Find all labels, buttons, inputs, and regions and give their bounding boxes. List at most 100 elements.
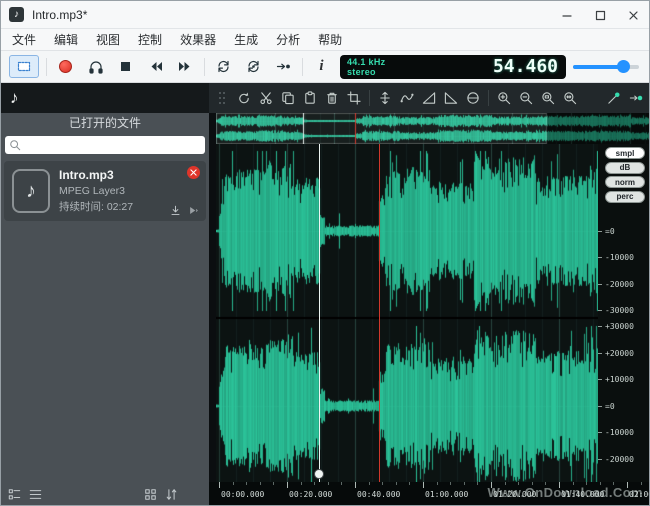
scale-mode-button[interactable]: dB: [605, 162, 645, 174]
close-button[interactable]: [616, 1, 649, 28]
fade-out-icon[interactable]: [444, 91, 458, 105]
scale-mode-switcher: smpl dB norm perc: [605, 147, 645, 205]
loop-icon: [216, 59, 231, 74]
envelope-icon[interactable]: [400, 91, 414, 105]
fade-in-icon[interactable]: [422, 91, 436, 105]
playhead-line[interactable]: [319, 144, 320, 482]
marker-goto-icon[interactable]: [629, 91, 643, 105]
marker-tool-icon[interactable]: [607, 91, 621, 105]
file-list-item[interactable]: ♪ Intro.mp3 MPEG Layer3 持续时间: 02:27: [4, 161, 206, 221]
sidebar-header: 已打开的文件: [1, 113, 209, 133]
minimize-button[interactable]: [550, 1, 583, 28]
drag-handle-icon[interactable]: [215, 91, 229, 105]
scale-tick: [598, 406, 602, 407]
sample-rate-label: 44.1 kHz: [347, 57, 385, 67]
loop-selection-button[interactable]: [242, 55, 265, 79]
grid-view-icon[interactable]: [144, 488, 157, 501]
timeline-tick: [396, 482, 397, 485]
waveform-main[interactable]: [216, 144, 598, 482]
paste-icon[interactable]: [303, 91, 317, 105]
window-controls: [550, 1, 649, 28]
menu-item[interactable]: 编辑: [45, 28, 87, 51]
menu-item[interactable]: 视图: [87, 28, 129, 51]
detail-view-icon[interactable]: [8, 488, 21, 501]
stop-button[interactable]: [114, 55, 137, 79]
menu-item[interactable]: 帮助: [309, 28, 351, 51]
file-info: Intro.mp3 MPEG Layer3 持续时间: 02:27: [59, 168, 133, 214]
headphones-icon: [88, 59, 104, 75]
list-view-icon[interactable]: [29, 488, 42, 501]
volume-slider[interactable]: [573, 60, 639, 73]
waveform-overview[interactable]: [216, 113, 650, 144]
timeline-tick: [273, 482, 274, 485]
scale-tick-label: -20000: [605, 455, 634, 464]
info-button[interactable]: i: [310, 55, 333, 79]
zoom-out-icon[interactable]: [519, 91, 533, 105]
scale-tick: [598, 284, 602, 285]
scale-tick: [598, 231, 602, 232]
play-to-cursor-button[interactable]: [272, 55, 295, 79]
skip-forward-icon: [178, 59, 194, 74]
menu-item[interactable]: 控制: [129, 28, 171, 51]
preview-play-icon[interactable]: [187, 205, 198, 216]
file-actions: [170, 205, 198, 216]
undo-icon[interactable]: [237, 91, 251, 105]
monitor-button[interactable]: [84, 55, 107, 79]
volume-knob[interactable]: [617, 60, 630, 73]
playhead-handle[interactable]: [314, 469, 324, 479]
skip-forward-button[interactable]: [174, 55, 197, 79]
trim-icon[interactable]: [347, 91, 361, 105]
timeline-tick: [233, 482, 234, 485]
search-box[interactable]: [5, 136, 205, 154]
timeline-tick: [314, 482, 315, 485]
scale-tick: [598, 432, 602, 433]
selection-tool-button[interactable]: [9, 55, 39, 78]
menu-bar: 文件编辑视图控制效果器生成分析帮助: [1, 29, 649, 51]
menu-item[interactable]: 效果器: [171, 28, 225, 51]
timeline-tick: [341, 482, 342, 485]
menu-item[interactable]: 分析: [267, 28, 309, 51]
copy-icon[interactable]: [281, 91, 295, 105]
file-name: Intro.mp3: [59, 168, 133, 182]
zoom-fit-icon[interactable]: [563, 91, 577, 105]
record-icon: [59, 60, 72, 73]
transport-toolbar: i 44.1 kHz stereo 54.460: [1, 51, 649, 83]
scale-tick-label: -20000: [605, 280, 634, 289]
info-icon: i: [319, 58, 323, 75]
toolbar-separator: [488, 90, 489, 106]
file-duration: 持续时间: 02:27: [59, 199, 133, 214]
sort-icon[interactable]: [165, 488, 178, 501]
zoom-in-icon[interactable]: [497, 91, 511, 105]
skip-back-button[interactable]: [144, 55, 167, 79]
scale-tick: [598, 257, 602, 258]
close-file-button[interactable]: [187, 166, 200, 179]
normalize-icon[interactable]: [466, 91, 480, 105]
amplify-icon[interactable]: [378, 91, 392, 105]
sidebar-top-strip: ♪: [1, 83, 209, 113]
maximize-button[interactable]: [583, 1, 616, 28]
loop-button[interactable]: [212, 55, 235, 79]
cut-icon[interactable]: [259, 91, 273, 105]
app-window: ♪ Intro.mp3* 文件编辑视图控制效果器生成分析帮助: [0, 0, 650, 506]
timeline-tick: [409, 482, 410, 485]
zoom-selection-icon[interactable]: [541, 91, 555, 105]
delete-icon[interactable]: [325, 91, 339, 105]
scale-tick-label: -30000: [605, 306, 634, 315]
toolbar-separator: [302, 58, 303, 76]
record-button[interactable]: [54, 55, 77, 79]
scale-mode-button[interactable]: perc: [605, 191, 645, 203]
menu-item[interactable]: 生成: [225, 28, 267, 51]
scale-mode-button[interactable]: smpl: [605, 147, 645, 159]
panel-divider[interactable]: [209, 113, 216, 505]
scale-tick: [598, 379, 602, 380]
export-download-icon[interactable]: [170, 205, 181, 216]
scale-mode-button[interactable]: norm: [605, 176, 645, 188]
timeline-label: 00:00.000: [221, 490, 264, 499]
menu-item[interactable]: 文件: [3, 28, 45, 51]
marker-line[interactable]: [379, 144, 380, 482]
timeline-tick: [287, 482, 288, 488]
time-readout: 54.460: [385, 56, 558, 77]
toolbar-separator: [369, 90, 370, 106]
time-display[interactable]: 44.1 kHz stereo 54.460: [340, 55, 566, 79]
search-input[interactable]: [24, 137, 201, 153]
